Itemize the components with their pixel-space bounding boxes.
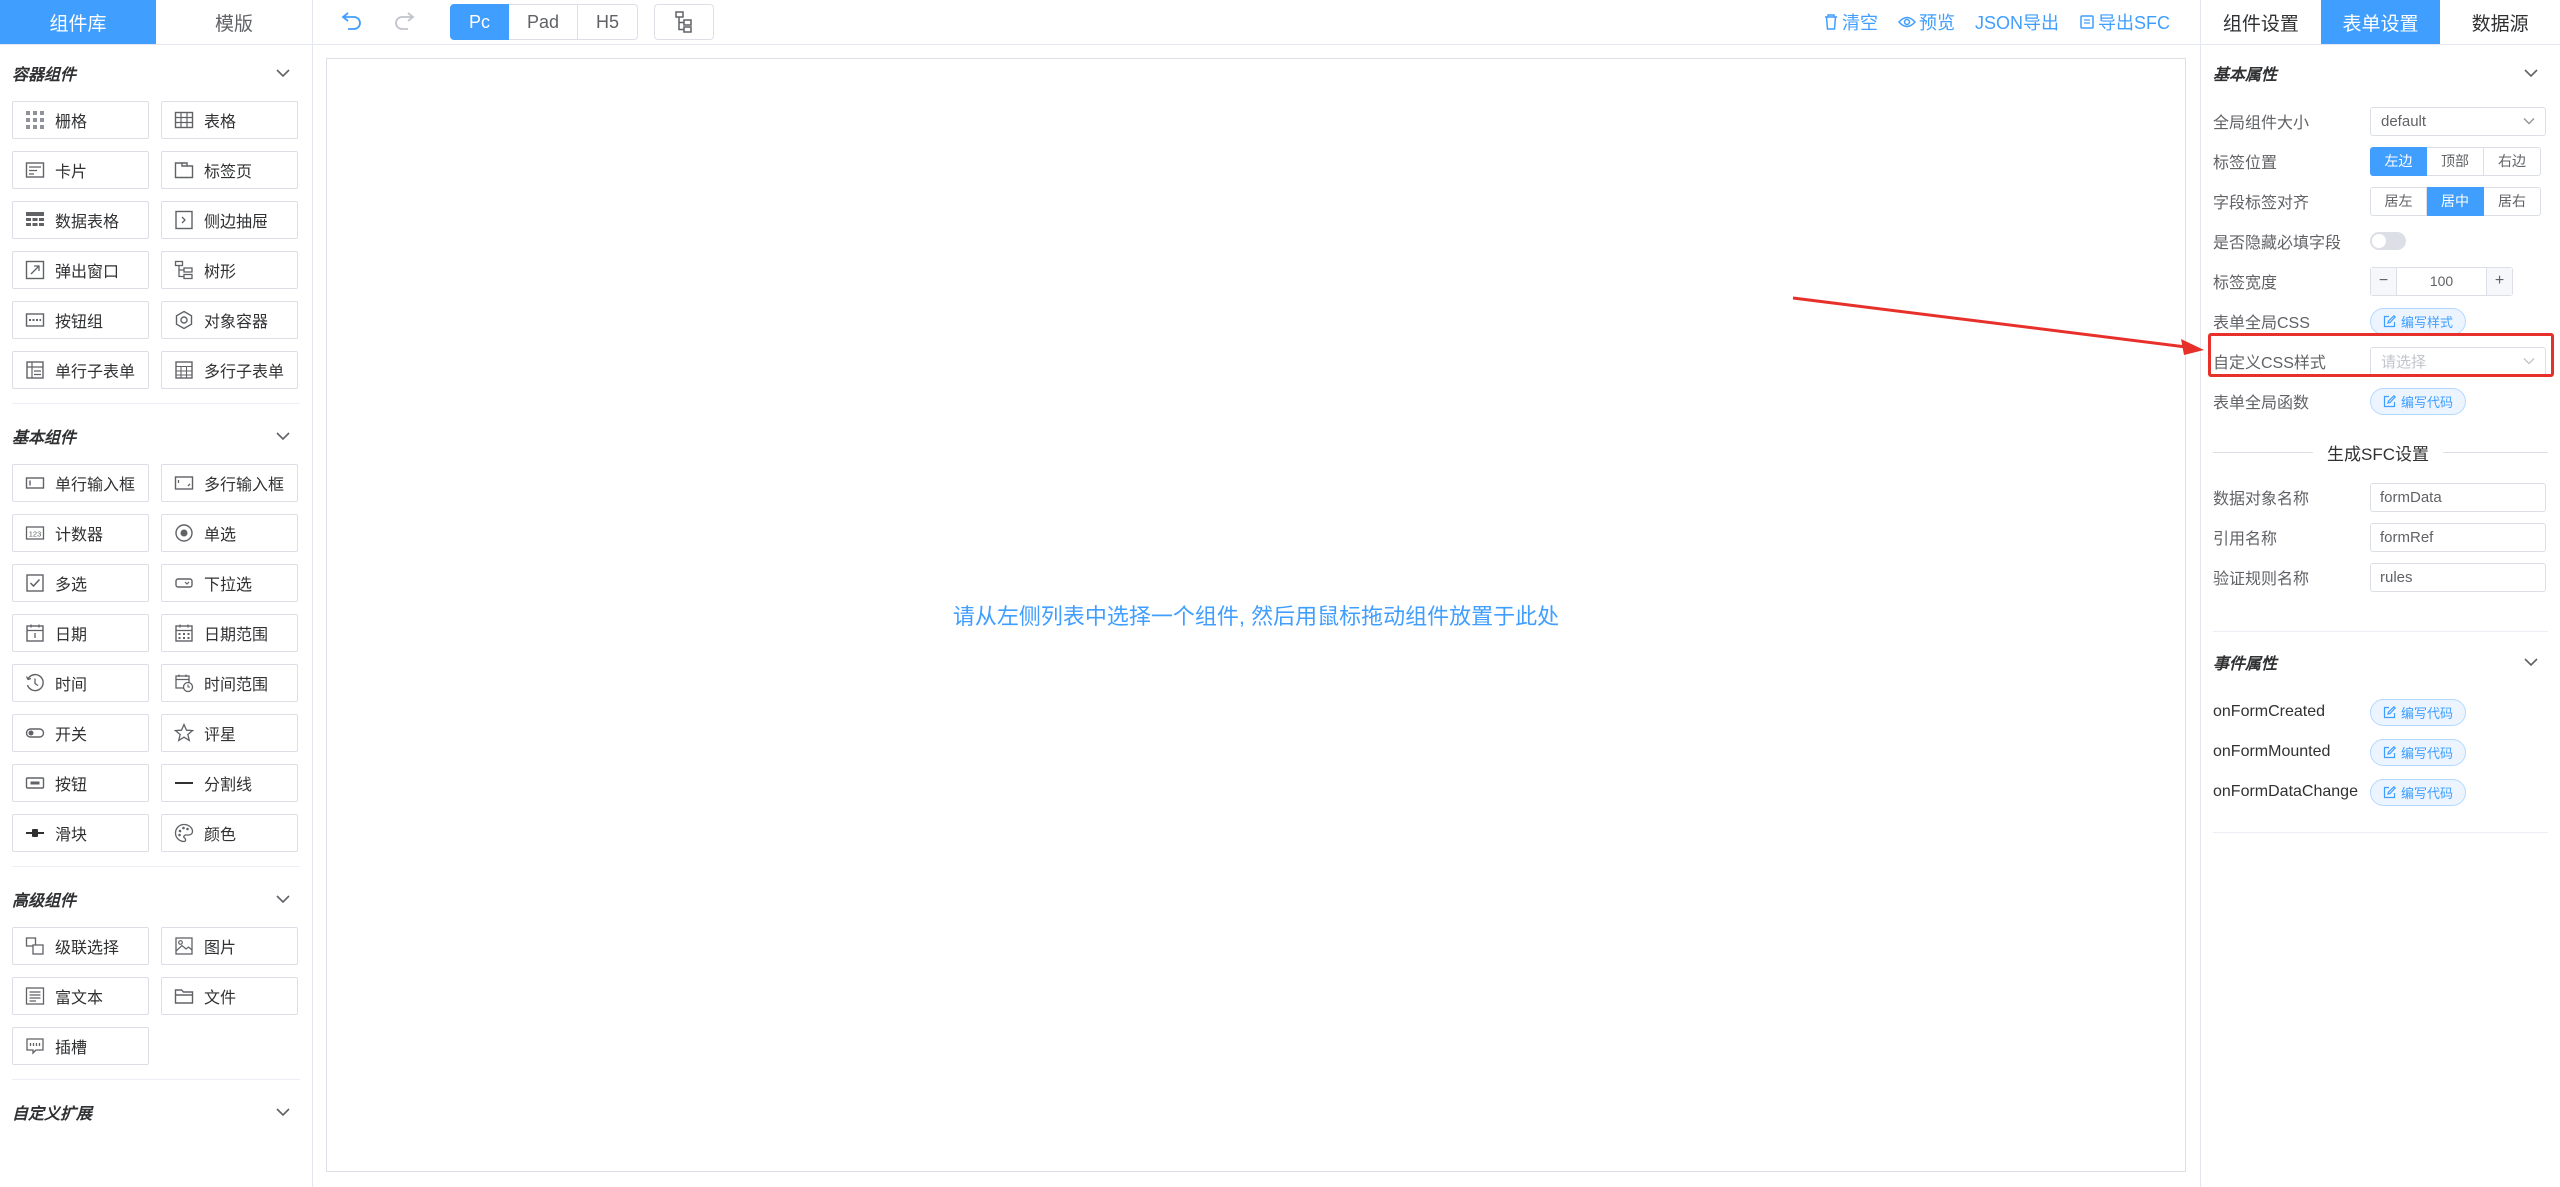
- annotation-arrow: [1792, 296, 2204, 355]
- form-designer: 组件库 模版 Pc Pad H5 清空 预览 JSON导出 导出SFC 组件设置…: [0, 0, 2560, 1187]
